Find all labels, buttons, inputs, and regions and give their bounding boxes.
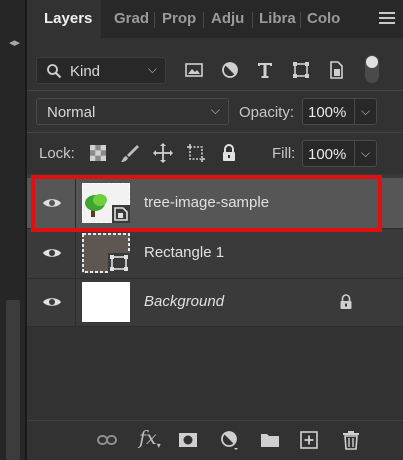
lock-image-icon[interactable] [119, 142, 141, 164]
row-separator [75, 228, 76, 278]
layer-row-rectangle-1[interactable]: Rectangle 1 [27, 228, 403, 278]
chevron-down-icon: ⌵ [147, 62, 157, 76]
selection-highlight-box [31, 175, 382, 232]
fill-dropdown-icon[interactable]: ⌵ [354, 141, 376, 166]
adjustment-filter-icon[interactable] [219, 59, 241, 81]
tab-adjustments[interactable]: Adju [211, 0, 249, 38]
collapse-chevron-icon[interactable]: ◂▸ [9, 36, 20, 49]
lock-transparent-icon[interactable] [87, 142, 109, 164]
tab-separator [154, 12, 155, 28]
tab-color[interactable]: Colo [307, 0, 343, 38]
divider [27, 90, 403, 91]
layer-name[interactable]: Background [144, 293, 224, 310]
tab-properties[interactable]: Prop [162, 0, 200, 38]
opacity-label: Opacity: [239, 104, 295, 121]
filter-kind-select[interactable]: Kind ⌵ [36, 57, 166, 84]
opacity-value: 100% [308, 104, 347, 121]
type-filter-icon[interactable] [254, 59, 276, 81]
search-icon [47, 64, 62, 79]
visibility-eye-icon[interactable] [42, 295, 62, 309]
fill-field[interactable]: 100% ⌵ [302, 140, 377, 167]
panel-tab-bar: Layers Grad Prop Adju Libra Colo [27, 0, 403, 38]
new-layer-icon[interactable] [298, 429, 320, 451]
delete-layer-icon[interactable] [340, 429, 362, 451]
tab-separator [252, 12, 253, 28]
tab-libraries[interactable]: Libra [259, 0, 297, 38]
layer-thumbnail[interactable] [82, 233, 130, 273]
layer-thumbnail[interactable] [82, 282, 130, 322]
opacity-field[interactable]: 100% ⌵ [302, 98, 377, 125]
layer-name[interactable]: Rectangle 1 [144, 244, 224, 261]
new-group-icon[interactable] [259, 429, 281, 451]
layer-style-icon[interactable]: fx▾ [139, 427, 161, 450]
divider [27, 132, 403, 133]
left-panel-strip: ◂▸ [0, 0, 27, 460]
tab-separator [203, 12, 204, 28]
toggle-knob [366, 56, 378, 68]
tab-layers[interactable]: Layers [27, 0, 101, 38]
opacity-dropdown-icon[interactable]: ⌵ [354, 99, 376, 124]
row-separator [75, 277, 76, 327]
layer-locked-icon[interactable] [339, 294, 353, 310]
tab-gradients[interactable]: Grad [114, 0, 150, 38]
lock-position-icon[interactable] [152, 142, 174, 164]
blend-mode-value: Normal [47, 104, 96, 121]
adjustment-layer-icon[interactable] [219, 429, 241, 451]
left-scrollbar[interactable] [6, 300, 20, 460]
smart-object-filter-icon[interactable] [325, 59, 347, 81]
lock-label: Lock: [39, 145, 75, 162]
filter-kind-label: Kind [70, 63, 101, 80]
shape-filter-icon[interactable] [290, 59, 312, 81]
filter-toggle[interactable] [365, 55, 379, 83]
chevron-down-icon: ⌵ [210, 103, 220, 117]
link-layers-icon[interactable] [96, 429, 118, 451]
fill-value: 100% [308, 146, 347, 163]
panel-menu-icon[interactable] [379, 12, 395, 26]
layer-row-background[interactable]: Background [27, 277, 403, 327]
add-mask-icon[interactable] [177, 429, 199, 451]
row-divider [27, 326, 403, 327]
lock-artboard-icon[interactable] [185, 142, 207, 164]
visibility-eye-icon[interactable] [42, 246, 62, 260]
blend-mode-select[interactable]: Normal ⌵ [36, 98, 229, 125]
tab-separator [300, 12, 301, 28]
image-filter-icon[interactable] [183, 59, 205, 81]
layers-bottom-toolbar: fx▾ [27, 420, 403, 460]
lock-all-icon[interactable] [218, 142, 240, 164]
layers-panel: Layers Grad Prop Adju Libra Colo Kind ⌵ [27, 0, 403, 460]
fill-label: Fill: [272, 145, 296, 162]
